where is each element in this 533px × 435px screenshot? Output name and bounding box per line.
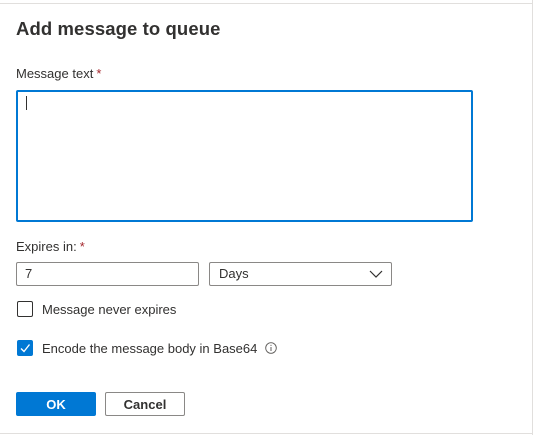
chevron-down-icon — [369, 270, 383, 278]
never-expires-row[interactable]: Message never expires — [17, 301, 176, 317]
info-icon[interactable] — [265, 342, 278, 354]
top-divider — [0, 3, 533, 4]
checkmark-icon — [20, 344, 31, 353]
expires-label-row: Expires in: * — [16, 239, 85, 254]
cancel-button[interactable]: Cancel — [105, 392, 185, 416]
required-marker: * — [96, 66, 102, 81]
ok-button[interactable]: OK — [16, 392, 96, 416]
message-text-field[interactable] — [16, 90, 473, 222]
bottom-divider — [0, 433, 533, 434]
required-marker: * — [79, 239, 85, 254]
expires-unit-value: Days — [219, 266, 249, 281]
never-expires-label: Message never expires — [42, 301, 177, 317]
message-text-label: Message text — [16, 66, 94, 81]
text-caret — [26, 96, 27, 110]
dialog-title: Add message to queue — [16, 18, 221, 39]
expires-label: Expires in: — [16, 239, 77, 254]
expires-value-input[interactable]: 7 — [16, 262, 199, 286]
encode-base64-row[interactable]: Encode the message body in Base64 — [17, 340, 278, 356]
expires-unit-dropdown[interactable]: Days — [209, 262, 392, 286]
encode-base64-label: Encode the message body in Base64 — [42, 340, 258, 356]
never-expires-checkbox[interactable] — [17, 301, 33, 317]
message-text-label-row: Message text * — [16, 66, 101, 81]
encode-base64-checkbox[interactable] — [17, 340, 33, 356]
